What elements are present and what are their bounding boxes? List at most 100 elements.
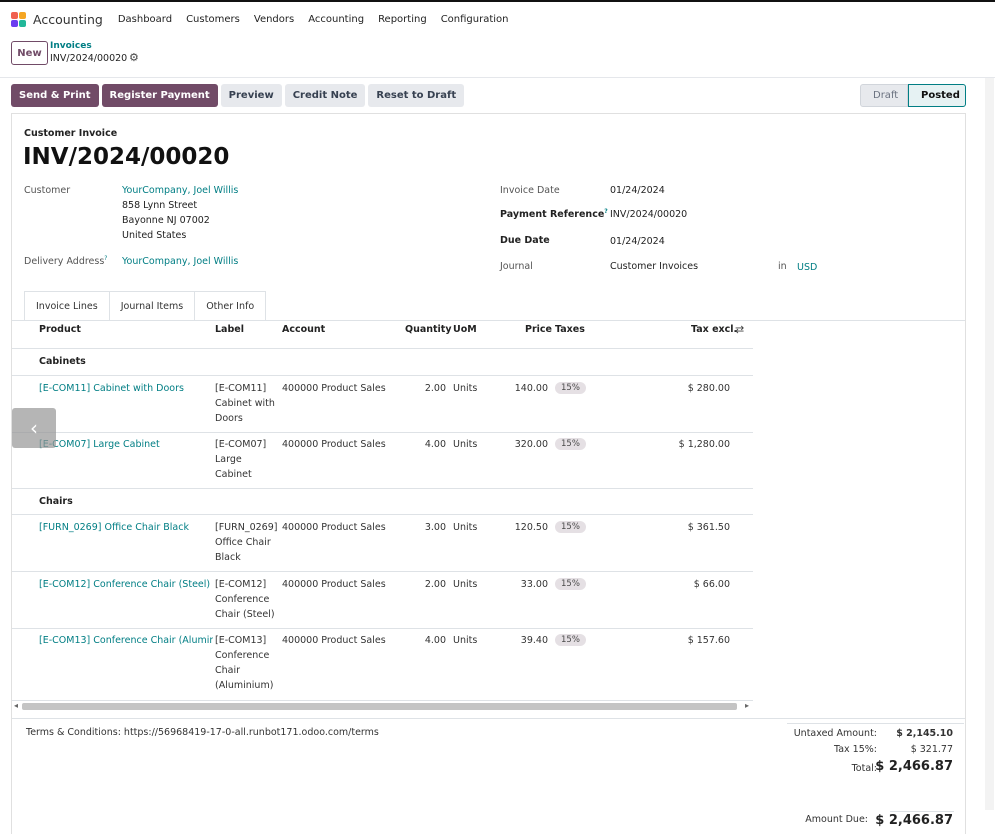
- row-3-label[interactable]: [FURN_0269] Office Chair Black: [215, 520, 281, 565]
- header-rule: [12, 348, 753, 349]
- col-quantity[interactable]: Quantity: [405, 324, 452, 335]
- total-label: Total:: [851, 763, 877, 774]
- row-2-product[interactable]: [E-COM07] Large Cabinet: [39, 439, 213, 450]
- customer-label: Customer: [24, 185, 71, 196]
- col-uom[interactable]: UoM: [453, 324, 477, 335]
- preview-button[interactable]: Preview: [220, 84, 282, 107]
- row-2-account[interactable]: 400000 Product Sales: [282, 439, 386, 450]
- row-2-tax-badge[interactable]: 15%: [555, 438, 586, 450]
- row-2-price[interactable]: 320.00: [492, 439, 548, 450]
- status-draft[interactable]: Draft: [860, 84, 908, 107]
- tab-journal-items[interactable]: Journal Items: [108, 291, 196, 321]
- row-rule: [12, 375, 753, 376]
- row-3-quantity[interactable]: 3.00: [392, 522, 446, 533]
- credit-note-button[interactable]: Credit Note: [284, 84, 366, 107]
- app-name[interactable]: Accounting: [33, 12, 103, 27]
- row-3-product[interactable]: [FURN_0269] Office Chair Black: [39, 522, 213, 533]
- row-4-tax-badge[interactable]: 15%: [555, 578, 586, 590]
- invoice-type: Customer Invoice: [24, 128, 118, 139]
- tax-value: $ 321.77: [910, 744, 953, 755]
- row-5-account[interactable]: 400000 Product Sales: [282, 635, 386, 646]
- amount-due-value: $ 2,466.87: [875, 813, 953, 828]
- status-posted[interactable]: Posted: [908, 84, 966, 107]
- row-5-uom[interactable]: Units: [453, 635, 477, 646]
- address-line-1: 858 Lynn Street: [122, 200, 198, 211]
- row-1-quantity[interactable]: 2.00: [392, 383, 446, 394]
- send-print-button[interactable]: Send & Print: [11, 84, 99, 107]
- scroll-left-icon[interactable]: ◂: [14, 701, 18, 710]
- col-account[interactable]: Account: [282, 324, 325, 335]
- row-rule: [12, 488, 753, 489]
- row-2-quantity[interactable]: 4.00: [392, 439, 446, 450]
- row-4-label[interactable]: [E-COM12] Conference Chair (Steel): [215, 577, 281, 622]
- row-5-product[interactable]: [E-COM13] Conference Chair (Aluminium): [39, 635, 213, 646]
- row-2-label[interactable]: [E-COM07] Large Cabinet: [215, 437, 281, 482]
- register-payment-button[interactable]: Register Payment: [101, 84, 218, 107]
- col-label[interactable]: Label: [215, 324, 244, 335]
- row-3-price[interactable]: 120.50: [492, 522, 548, 533]
- gear-icon[interactable]: ⚙: [129, 51, 139, 64]
- in-label: in: [778, 261, 787, 272]
- tab-other-info[interactable]: Other Info: [194, 291, 267, 321]
- currency-link[interactable]: USD: [797, 262, 817, 273]
- journal-value[interactable]: Customer Invoices: [610, 261, 698, 272]
- section-cabinets: Cabinets: [39, 356, 86, 367]
- row-5-tax-badge[interactable]: 15%: [555, 634, 586, 646]
- delivery-address-link[interactable]: YourCompany, Joel Willis: [122, 256, 238, 267]
- customer-link[interactable]: YourCompany, Joel Willis: [122, 185, 238, 196]
- row-4-uom[interactable]: Units: [453, 579, 477, 590]
- col-tax-excl[interactable]: Tax excl.: [691, 324, 737, 335]
- breadcrumb-parent[interactable]: Invoices: [50, 41, 92, 51]
- row-5-label[interactable]: [E-COM13] Conference Chair (Aluminium): [215, 633, 281, 693]
- row-5-subtotal: $ 157.60: [687, 635, 730, 646]
- tab-invoice-lines[interactable]: Invoice Lines: [24, 291, 110, 321]
- form-sheet: Customer Invoice INV/2024/00020 Customer…: [11, 113, 966, 834]
- row-4-product[interactable]: [E-COM12] Conference Chair (Steel): [39, 579, 213, 590]
- invoice-date-value[interactable]: 01/24/2024: [610, 185, 665, 196]
- previous-record-icon[interactable]: ‹: [12, 408, 56, 448]
- total-value: $ 2,466.87: [875, 759, 953, 774]
- vertical-scrollbar[interactable]: [985, 78, 994, 810]
- col-price[interactable]: Price: [525, 324, 552, 335]
- nav-configuration[interactable]: Configuration: [441, 14, 509, 25]
- terms-and-conditions[interactable]: Terms & Conditions: https://56968419-17-…: [26, 727, 379, 738]
- row-1-tax-badge[interactable]: 15%: [555, 382, 586, 394]
- row-1-uom[interactable]: Units: [453, 383, 477, 394]
- control-panel: New Invoices INV/2024/00020 ⚙: [11, 38, 995, 78]
- scroll-right-icon[interactable]: ▸: [745, 701, 749, 710]
- amount-due-rule: [890, 811, 954, 812]
- row-1-product[interactable]: [E-COM11] Cabinet with Doors: [39, 383, 213, 394]
- row-4-subtotal: $ 66.00: [693, 579, 730, 590]
- row-3-uom[interactable]: Units: [453, 522, 477, 533]
- row-1-account[interactable]: 400000 Product Sales: [282, 383, 386, 394]
- nav-accounting[interactable]: Accounting: [308, 14, 364, 25]
- col-product[interactable]: Product: [39, 324, 81, 335]
- column-settings-icon[interactable]: ⇄: [735, 323, 744, 336]
- nav-reporting[interactable]: Reporting: [378, 14, 427, 25]
- nav-dashboard[interactable]: Dashboard: [118, 14, 172, 25]
- footer-rule: [12, 718, 965, 719]
- app-logo-icon[interactable]: [11, 11, 26, 27]
- row-5-price[interactable]: 39.40: [492, 635, 548, 646]
- payment-reference-value[interactable]: INV/2024/00020: [610, 209, 687, 220]
- new-button[interactable]: New: [11, 41, 48, 65]
- scrollbar-thumb[interactable]: [22, 703, 737, 710]
- row-rule: [12, 628, 753, 629]
- row-3-account[interactable]: 400000 Product Sales: [282, 522, 386, 533]
- reset-to-draft-button[interactable]: Reset to Draft: [368, 84, 465, 107]
- col-taxes[interactable]: Taxes: [555, 324, 585, 335]
- row-2-uom[interactable]: Units: [453, 439, 477, 450]
- row-2-subtotal: $ 1,280.00: [678, 439, 730, 450]
- row-4-account[interactable]: 400000 Product Sales: [282, 579, 386, 590]
- nav-customers[interactable]: Customers: [186, 14, 240, 25]
- row-3-tax-badge[interactable]: 15%: [555, 521, 586, 533]
- due-date-value[interactable]: 01/24/2024: [610, 236, 665, 247]
- due-date-label: Due Date: [500, 235, 550, 246]
- nav-vendors[interactable]: Vendors: [254, 14, 294, 25]
- row-4-quantity[interactable]: 2.00: [392, 579, 446, 590]
- row-1-label[interactable]: [E-COM11] Cabinet with Doors: [215, 381, 281, 426]
- row-4-price[interactable]: 33.00: [492, 579, 548, 590]
- row-1-price[interactable]: 140.00: [492, 383, 548, 394]
- invoice-number: INV/2024/00020: [23, 144, 230, 170]
- row-5-quantity[interactable]: 4.00: [392, 635, 446, 646]
